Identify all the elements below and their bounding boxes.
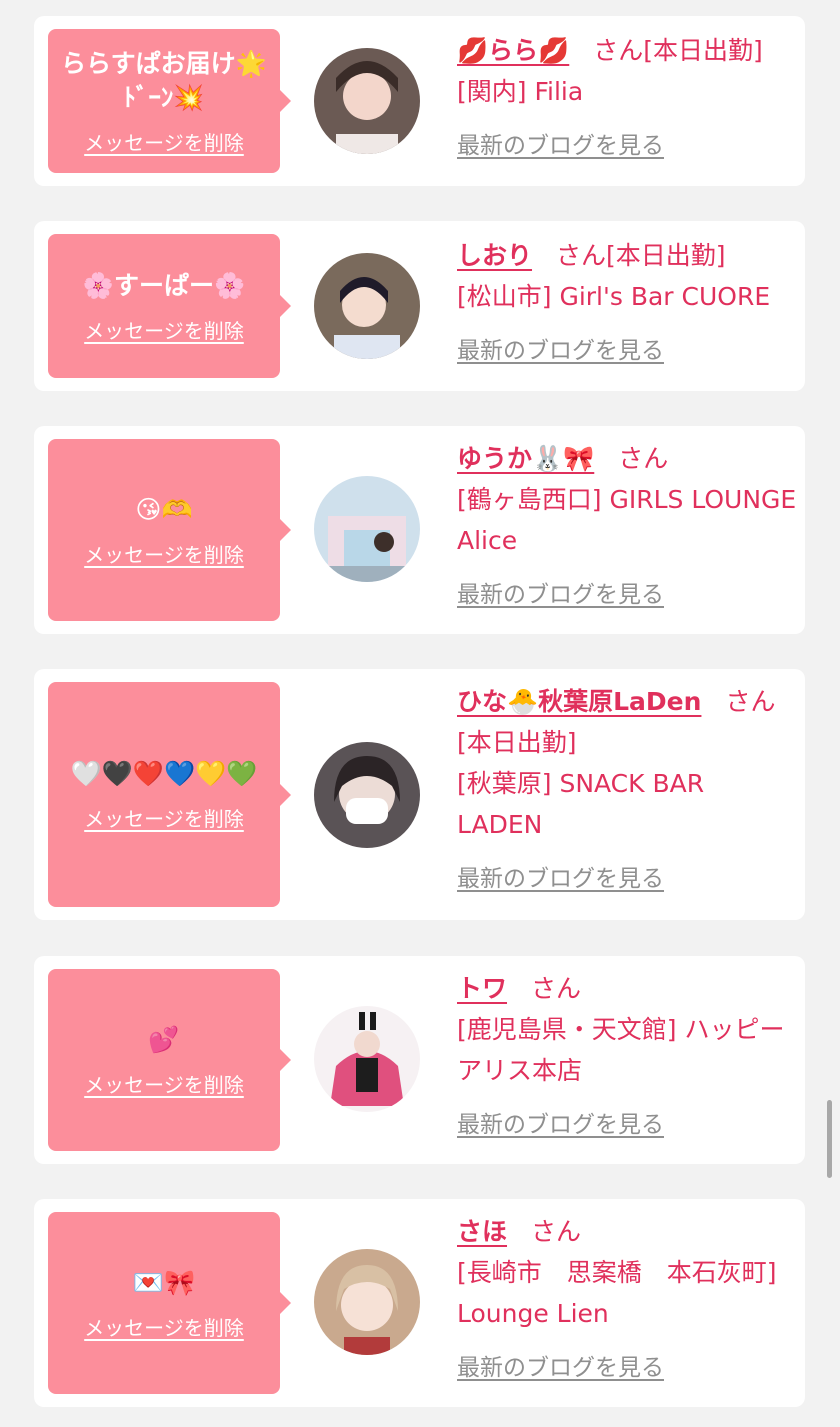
message-bubble: 🤍🖤❤️💙💛💚 メッセージを削除	[48, 682, 291, 907]
sender-name-link[interactable]: ひな🐣秋葉原LaDen	[457, 687, 701, 716]
message-text: 🌸すーぱー🌸	[82, 270, 246, 300]
latest-blog-link[interactable]: 最新のブログを見る	[457, 859, 797, 900]
delete-message-link[interactable]: メッセージを削除	[84, 1312, 244, 1341]
avatar[interactable]	[314, 476, 420, 582]
shop-name: [鹿児島県・天文館] ハッピーアリス本店	[457, 1015, 785, 1085]
delete-message-link[interactable]: メッセージを削除	[84, 803, 244, 832]
delete-message-link[interactable]: メッセージを削除	[84, 1069, 244, 1098]
sender-name-link[interactable]: さほ	[457, 1217, 507, 1246]
sender-status: さん[本日出勤]	[556, 241, 726, 270]
avatar[interactable]	[314, 253, 420, 359]
message-card: 💌🎀 メッセージを削除 さほ さん [長崎市 思案橋 本石灰町] Lounge L…	[34, 1199, 805, 1407]
sender-info: さほ さん [長崎市 思案橋 本石灰町] Lounge Lien 最新のブログを見…	[457, 1211, 797, 1389]
delete-message-link[interactable]: メッセージを削除	[84, 539, 244, 568]
latest-blog-link[interactable]: 最新のブログを見る	[457, 331, 797, 372]
latest-blog-link[interactable]: 最新のブログを見る	[457, 126, 797, 167]
message-bubble: 💌🎀 メッセージを削除	[48, 1212, 291, 1394]
message-bubble: 💕 メッセージを削除	[48, 969, 291, 1151]
sender-name-link[interactable]: しおり	[457, 241, 532, 270]
message-card: ららすぱお届け🌟 ﾄﾞｰﾝ💥 メッセージを削除 💋らら💋 さん[本日出勤] [関内…	[34, 16, 805, 186]
message-bubble: 🌸すーぱー🌸 メッセージを削除	[48, 234, 291, 378]
sender-status: さん[本日出勤]	[593, 36, 763, 65]
scrollbar[interactable]	[827, 1100, 832, 1178]
message-text: 🤍🖤❤️💙💛💚	[70, 759, 258, 788]
sender-info: ゆうか🐰🎀 さん [鶴ヶ島西口] GIRLS LOUNGE Alice 最新のブロ…	[457, 438, 797, 616]
delete-message-link[interactable]: メッセージを削除	[84, 315, 244, 344]
delete-message-link[interactable]: メッセージを削除	[84, 127, 244, 156]
message-card: 😘🫶 メッセージを削除 ゆうか🐰🎀 さん [鶴ヶ島西口] GIRLS LOUNGE…	[34, 426, 805, 634]
avatar[interactable]	[314, 1249, 420, 1355]
latest-blog-link[interactable]: 最新のブログを見る	[457, 1105, 797, 1146]
avatar[interactable]	[314, 48, 420, 154]
message-text: ららすぱお届け🌟 ﾄﾞｰﾝ💥	[61, 48, 267, 112]
sender-status: さん	[618, 444, 669, 473]
shop-name: [鶴ヶ島西口] GIRLS LOUNGE Alice	[457, 485, 797, 555]
shop-name: [秋葉原] SNACK BAR LADEN	[457, 769, 705, 839]
sender-name-link[interactable]: ゆうか🐰🎀	[457, 444, 594, 473]
sender-info: 💋らら💋 さん[本日出勤] [関内] Filia 最新のブログを見る	[457, 30, 797, 167]
shop-name: [松山市] Girl's Bar CUORE	[457, 282, 771, 311]
message-text: 💌🎀	[132, 1267, 196, 1297]
shop-name: [長崎市 思案橋 本石灰町] Lounge Lien	[457, 1258, 777, 1328]
message-text: 💕	[148, 1024, 180, 1054]
message-text: 😘🫶	[135, 494, 193, 524]
avatar[interactable]	[314, 742, 420, 848]
sender-status: さん	[531, 974, 582, 1003]
sender-info: しおり さん[本日出勤] [松山市] Girl's Bar CUORE 最新のブロ…	[457, 235, 797, 372]
avatar[interactable]	[314, 1006, 420, 1112]
message-bubble: ららすぱお届け🌟 ﾄﾞｰﾝ💥 メッセージを削除	[48, 29, 291, 173]
sender-info: ひな🐣秋葉原LaDen さん[本日出勤] [秋葉原] SNACK BAR LADE…	[457, 681, 797, 900]
message-card: 🌸すーぱー🌸 メッセージを削除 しおり さん[本日出勤] [松山市] Girl's…	[34, 221, 805, 391]
shop-name: [関内] Filia	[457, 77, 584, 106]
message-card: 💕 メッセージを削除 トワ さん [鹿児島県・天文館] ハッピーアリス本店 最新の…	[34, 956, 805, 1164]
sender-info: トワ さん [鹿児島県・天文館] ハッピーアリス本店 最新のブログを見る	[457, 968, 797, 1146]
sender-status: さん	[531, 1217, 582, 1246]
message-bubble: 😘🫶 メッセージを削除	[48, 439, 291, 621]
latest-blog-link[interactable]: 最新のブログを見る	[457, 1348, 797, 1389]
sender-name-link[interactable]: 💋らら💋	[457, 36, 569, 65]
latest-blog-link[interactable]: 最新のブログを見る	[457, 575, 797, 616]
message-card: 🤍🖤❤️💙💛💚 メッセージを削除 ひな🐣秋葉原LaDen さん[本日出勤] [秋葉…	[34, 669, 805, 920]
sender-name-link[interactable]: トワ	[457, 974, 507, 1003]
